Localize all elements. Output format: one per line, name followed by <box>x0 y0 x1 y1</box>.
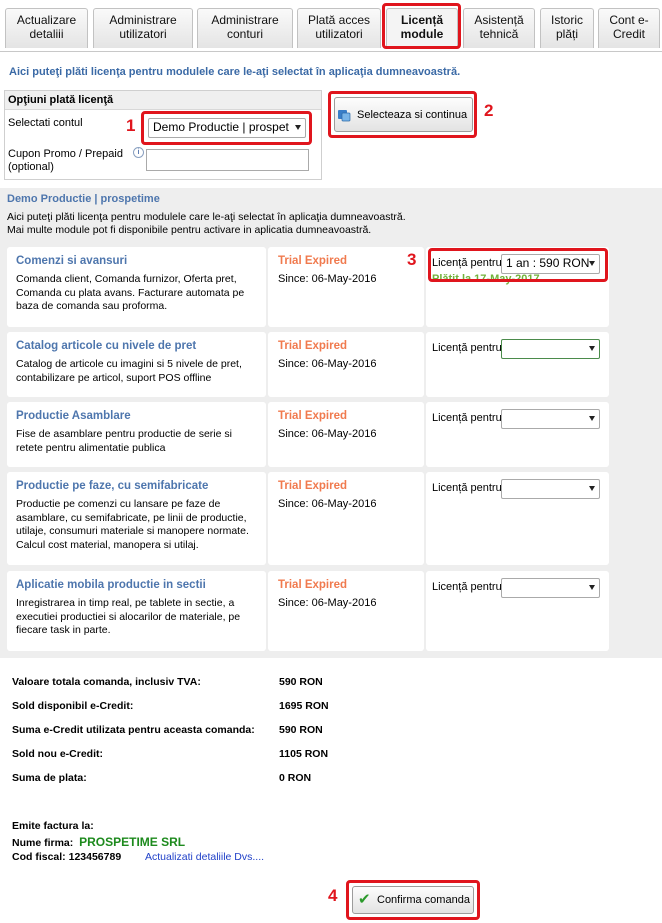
module-status-card: Trial Expired Since: 06-May-2016 <box>268 472 424 565</box>
module-card: Productie Asamblare Fise de asamblare pe… <box>7 402 266 467</box>
module-desc: Fise de asamblare pentru productie de se… <box>16 428 232 454</box>
update-details-link[interactable]: Actualizati detaliile Dvs.... <box>145 851 264 863</box>
tab-plata-acces-utilizatori[interactable]: Plată acces utilizatori <box>297 8 381 48</box>
confirm-order-button[interactable]: ✔ Confirma comanda <box>352 886 474 914</box>
tab-actualizare-detalii[interactable]: Actualizare detaliii <box>5 8 88 48</box>
module-card: Productie pe faze, cu semifabricate Prod… <box>7 472 266 565</box>
license-period-select[interactable] <box>501 479 600 499</box>
step-number-4: 4 <box>328 886 338 905</box>
license-label: Licență pentru <box>432 482 502 494</box>
invoice-firm-row: Nume firma: PROSPETIME SRL <box>12 835 186 849</box>
module-status: Trial Expired <box>278 255 348 267</box>
info-icon[interactable]: i <box>133 147 144 158</box>
refresh-icon <box>338 110 351 122</box>
tab-administrare-utilizatori[interactable]: Administrare utilizatori <box>93 8 193 48</box>
module-card: Catalog articole cu nivele de pret Catal… <box>7 332 266 397</box>
license-period-select[interactable] <box>501 578 600 598</box>
tab-licenta-module[interactable]: Licență module <box>386 8 458 48</box>
step-number-3: 3 <box>407 250 417 269</box>
intro-text: Aici puteţi plăti licenţa pentru modulel… <box>9 66 461 78</box>
module-card: Comenzi si avansuri Comanda client, Coma… <box>7 247 266 327</box>
account-select-value: Demo Productie | prospet <box>153 120 289 134</box>
summary-label: Suma e-Credit utilizata pentru aceasta c… <box>12 724 255 736</box>
tab-istoric-plati[interactable]: Istoric plăți <box>540 8 594 48</box>
account-section-title: Demo Productie | prospetime <box>7 193 160 205</box>
license-period-select[interactable] <box>501 409 600 429</box>
chevron-down-icon <box>589 416 595 421</box>
license-label: Licență pentru <box>432 342 502 354</box>
coupon-label: Cupon Promo / Prepaid (optional) <box>8 148 123 173</box>
license-period-value: 1 an : 590 RON <box>506 256 590 270</box>
module-since: Since: 06-May-2016 <box>278 428 377 440</box>
chevron-down-icon <box>295 125 301 130</box>
summary-label: Sold nou e-Credit: <box>12 748 103 760</box>
module-status-card: Trial Expired Since: 06-May-2016 <box>268 571 424 651</box>
license-label: Licență pentru <box>432 257 502 269</box>
module-since: Since: 06-May-2016 <box>278 273 377 285</box>
invoice-fiscal-row: Cod fiscal: 123456789 <box>12 851 122 863</box>
summary-label: Sold disponibil e-Credit: <box>12 700 134 712</box>
license-label: Licență pentru <box>432 412 502 424</box>
module-status-card: Trial Expired Since: 06-May-2016 <box>268 332 424 397</box>
module-title: Productie pe faze, cu semifabricate <box>16 480 209 492</box>
module-status: Trial Expired <box>278 579 348 591</box>
license-period-select[interactable] <box>501 339 600 359</box>
summary-value: 590 RON <box>279 724 323 736</box>
checkmark-icon: ✔ <box>358 891 371 908</box>
module-status-card: Trial Expired Since: 06-May-2016 <box>268 402 424 467</box>
module-since: Since: 06-May-2016 <box>278 358 377 370</box>
summary-value: 1105 RON <box>279 748 329 760</box>
module-status-card: Trial Expired Since: 06-May-2016 <box>268 247 424 327</box>
module-since: Since: 06-May-2016 <box>278 498 377 510</box>
module-title: Comenzi si avansuri <box>16 255 128 267</box>
coupon-input[interactable] <box>146 149 309 171</box>
license-period-select[interactable]: 1 an : 590 RON <box>501 254 600 274</box>
summary-value: 1695 RON <box>279 700 329 712</box>
step-number-2: 2 <box>484 101 494 120</box>
module-title: Aplicatie mobila productie in sectii <box>16 579 206 591</box>
paid-until: Plătit la 17-May-2017 <box>432 273 540 285</box>
chevron-down-icon <box>589 585 595 590</box>
module-card: Aplicatie mobila productie in sectii Inr… <box>7 571 266 651</box>
module-status: Trial Expired <box>278 480 348 492</box>
chevron-down-icon <box>589 261 595 266</box>
module-since: Since: 06-May-2016 <box>278 597 377 609</box>
chevron-down-icon <box>589 346 595 351</box>
account-select[interactable]: Demo Productie | prospet <box>148 118 306 138</box>
summary-value: 590 RON <box>279 676 323 688</box>
module-desc: Inregistrarea in timp real, pe tablete i… <box>16 597 241 636</box>
fiscal-code: 123456789 <box>68 851 122 863</box>
summary-label: Valoare totala comanda, inclusiv TVA: <box>12 676 201 688</box>
summary-label: Suma de plata: <box>12 772 87 784</box>
module-status: Trial Expired <box>278 340 348 352</box>
firm-name: PROSPETIME SRL <box>79 835 186 849</box>
license-label: Licență pentru <box>432 581 502 593</box>
account-label: Selectati contul <box>8 117 83 129</box>
module-title: Productie Asamblare <box>16 410 131 422</box>
select-continue-button[interactable]: Selecteaza si continua <box>334 97 473 132</box>
options-title: Opţiuni plată licenţă <box>5 91 321 110</box>
module-desc: Productie pe comenzi cu lansare pe faze … <box>16 498 249 551</box>
summary-value: 0 RON <box>279 772 312 784</box>
chevron-down-icon <box>589 486 595 491</box>
tab-cont-e-credit[interactable]: Cont e-Credit <box>598 8 660 48</box>
tab-administrare-conturi[interactable]: Administrare conturi <box>197 8 293 48</box>
account-section-desc: Aici puteţi plăti licenţa pentru modulel… <box>7 211 406 236</box>
module-desc: Comanda client, Comanda furnizor, Oferta… <box>16 273 245 312</box>
invoice-title: Emite factura la: <box>12 820 94 832</box>
module-desc: Catalog de articole cu imagini si 5 nive… <box>16 358 242 384</box>
step-number-1: 1 <box>126 116 136 135</box>
tab-asistenta-tehnica[interactable]: Asistență tehnică <box>463 8 535 48</box>
module-status: Trial Expired <box>278 410 348 422</box>
module-title: Catalog articole cu nivele de pret <box>16 340 197 352</box>
tab-bar: Actualizare detaliii Administrare utiliz… <box>0 0 662 52</box>
